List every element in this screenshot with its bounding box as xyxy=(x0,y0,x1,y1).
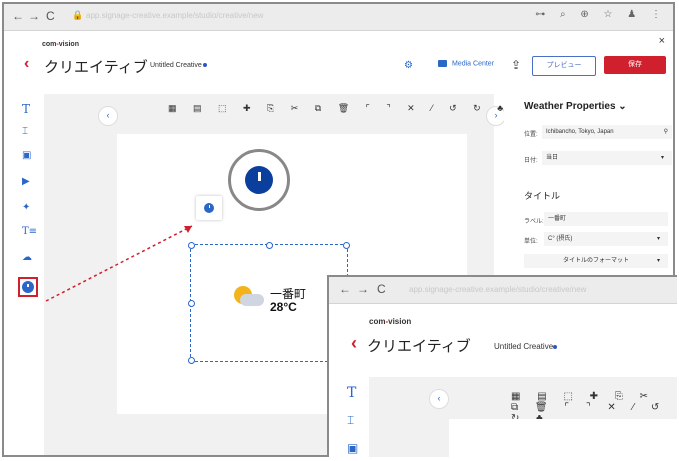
location-input[interactable]: Ichibancho, Tokyo, Japan ⚲ xyxy=(542,125,672,139)
zoomed-screenshot: ← → C app.signage-creative.example/studi… xyxy=(327,275,677,457)
browser-reload-icon[interactable]: C xyxy=(377,282,386,296)
brand-logo: com-vision xyxy=(369,317,412,326)
design-canvas[interactable] xyxy=(449,419,677,457)
unsaved-dot-icon xyxy=(553,345,558,349)
panel-title: Weather Properties ⌄ xyxy=(524,101,627,112)
date-label: 日付: xyxy=(524,158,538,164)
left-toolbar: T ⌶ ▣ xyxy=(329,377,369,457)
image-tool-icon[interactable]: ▣ xyxy=(347,441,358,455)
url-text: app.signage-creative.example/studio/crea… xyxy=(409,285,587,294)
unit-label: 単位: xyxy=(524,239,538,245)
label-label: ラベル: xyxy=(524,219,544,225)
chevron-down-icon: ▾ xyxy=(660,155,664,161)
document-name[interactable]: Untitled Creative xyxy=(494,342,558,351)
textbox-tool-icon[interactable]: ⌶ xyxy=(347,413,354,428)
collapse-left-icon[interactable]: ‹ xyxy=(429,389,449,409)
section-title: タイトル xyxy=(524,191,561,201)
text-tool-icon[interactable]: T xyxy=(347,385,356,401)
unit-select[interactable]: C° (摂氏) ▾ xyxy=(544,232,668,246)
pin-icon: ⚲ xyxy=(663,129,668,135)
browser-back-icon[interactable]: ← xyxy=(339,282,351,296)
back-chevron-icon[interactable]: ‹ xyxy=(351,333,357,354)
chevron-down-icon: ▾ xyxy=(656,258,660,264)
title-format-button[interactable]: タイトルのフォーマット ▾ xyxy=(524,254,668,268)
browser-bar: ← → C app.signage-creative.example/studi… xyxy=(329,277,677,304)
date-select[interactable]: 当日 ▾ xyxy=(542,151,672,165)
browser-forward-icon[interactable]: → xyxy=(357,282,369,296)
page-title: クリエイティブ xyxy=(367,338,471,355)
location-label: 位置: xyxy=(524,132,538,138)
label-input[interactable]: 一番町 xyxy=(544,212,668,226)
chevron-down-icon: ▾ xyxy=(656,236,660,242)
